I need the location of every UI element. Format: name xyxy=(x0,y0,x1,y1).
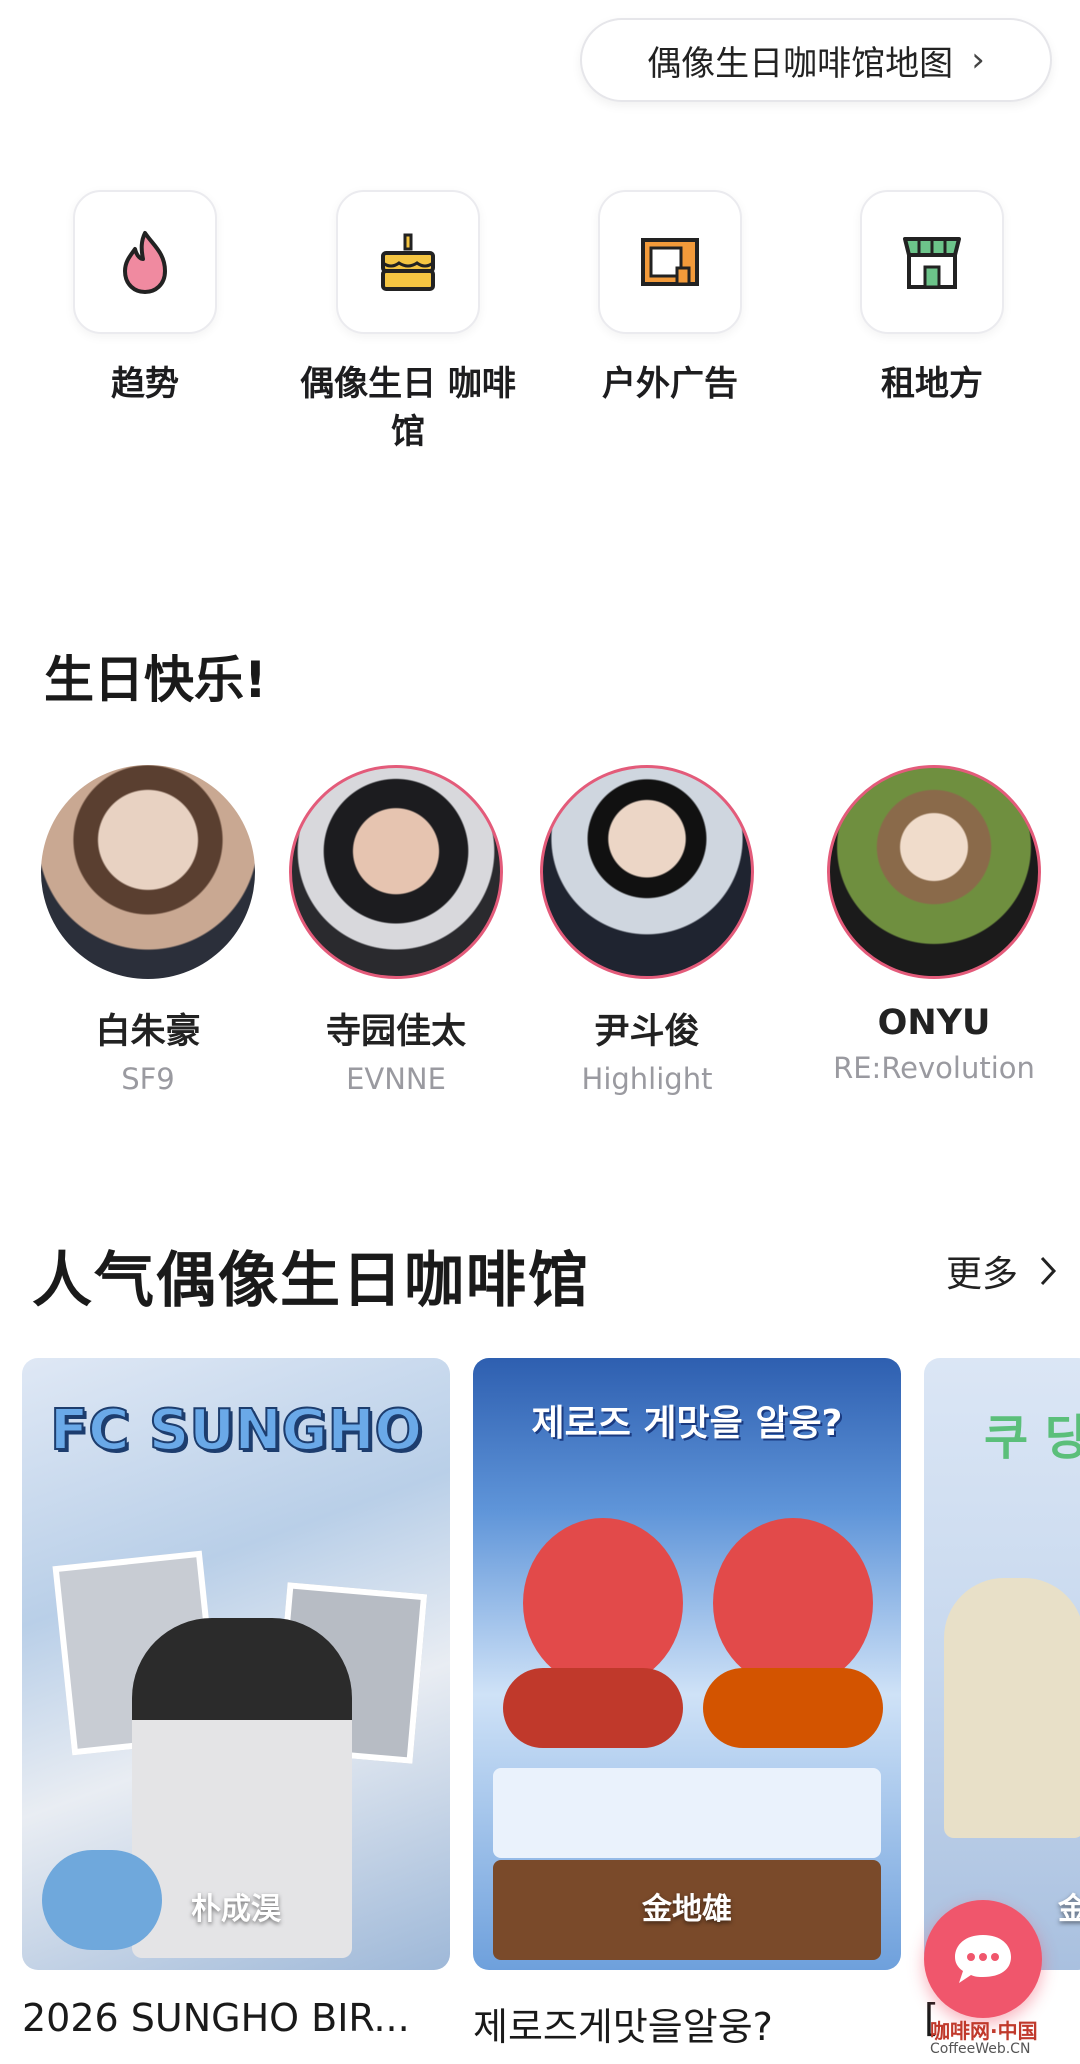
quick-item-label: 趋势 xyxy=(111,364,179,404)
billboard-icon xyxy=(641,238,699,286)
card-idol-name: 朴成淏 xyxy=(191,1892,281,1927)
storefront-icon xyxy=(903,237,961,289)
card-banner-text: FC SUNGHO xyxy=(49,1397,423,1464)
quick-item-trend[interactable]: 趋势 xyxy=(25,190,265,408)
avatar xyxy=(827,765,1041,979)
idol-group: RE:Revolution xyxy=(833,1051,1035,1085)
birthday-section-title: 生日快乐! xyxy=(44,651,267,709)
cafe-card[interactable]: 쿠 당 金 xyxy=(924,1358,1080,1970)
chat-button[interactable] xyxy=(924,1900,1042,2018)
more-link[interactable]: 更多 xyxy=(946,1245,1058,1297)
quick-menu: 趋势 偶像生日 咖啡馆 户外广告 租地方 xyxy=(0,190,1080,480)
card-title[interactable]: 제로즈게맛을알웅? xyxy=(473,1996,901,2051)
idol-cafe-map-button[interactable]: 偶像生日咖啡馆地图 › xyxy=(580,18,1052,102)
card-title[interactable]: 2026 SUNGHO BIR... xyxy=(22,1996,450,2040)
idol-name: 尹斗俊 xyxy=(594,1012,700,1052)
idol-group: EVNNE xyxy=(346,1062,446,1096)
idol-avatar-item[interactable]: 寺园佳太 EVNNE xyxy=(276,765,516,1096)
popular-cafes-title: 人气偶像生日咖啡馆 xyxy=(32,1246,590,1316)
idol-avatar-item[interactable]: 白朱豪 SF9 xyxy=(28,765,268,1096)
birthday-cake-icon xyxy=(381,233,435,291)
chat-bubble-icon xyxy=(955,1935,1011,1983)
idol-name: 寺园佳太 xyxy=(325,1012,466,1052)
quick-item-label: 偶像生日 咖啡馆 xyxy=(300,364,516,453)
idol-name: 白朱豪 xyxy=(95,1012,201,1052)
idol-group: SF9 xyxy=(121,1062,175,1096)
idol-group: Highlight xyxy=(581,1062,713,1096)
watermark-logo: 咖啡网·中国 CoffeeWeb.CN xyxy=(930,2019,1038,2057)
quick-item-label: 租地方 xyxy=(881,364,983,404)
card-idol-name: 金地雄 xyxy=(642,1892,732,1927)
quick-item-label: 户外广告 xyxy=(602,364,738,404)
avatar xyxy=(41,765,255,979)
idol-avatar-item[interactable]: ONYU RE:Revolution xyxy=(814,765,1054,1085)
quick-item-rent-place[interactable]: 租地方 xyxy=(812,190,1052,408)
card-banner-text: 제로즈 게맛을 알웅? xyxy=(531,1403,843,1444)
chevron-right-icon: › xyxy=(971,40,985,80)
avatar xyxy=(289,765,503,979)
more-label: 更多 xyxy=(945,1254,1018,1295)
chevron-right-icon xyxy=(1040,1256,1057,1286)
map-button-label: 偶像生日咖啡馆地图 xyxy=(647,43,954,84)
birthday-idol-list: 白朱豪 SF9 寺园佳太 EVNNE 尹斗俊 Highlight ONYU RE… xyxy=(0,765,1080,1105)
quick-item-outdoor-ads[interactable]: 户外广告 xyxy=(550,190,790,408)
flame-icon xyxy=(123,231,167,294)
cafe-card[interactable]: FC SUNGHO 朴成淏 xyxy=(22,1358,450,1970)
idol-avatar-item[interactable]: 尹斗俊 Highlight xyxy=(527,765,767,1096)
avatar xyxy=(540,765,754,979)
card-banner-text: 쿠 당 xyxy=(984,1410,1080,1466)
cafe-card[interactable]: 제로즈 게맛을 알웅? 金地雄 xyxy=(473,1358,901,1970)
idol-name: ONYU xyxy=(877,1003,991,1043)
quick-item-idol-cafe[interactable]: 偶像生日 咖啡馆 xyxy=(288,190,528,457)
